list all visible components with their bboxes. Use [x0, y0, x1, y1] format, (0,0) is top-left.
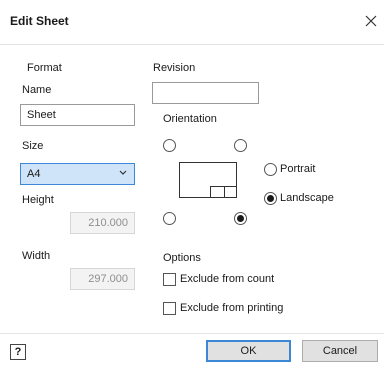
corner-top-left-radio[interactable]: [163, 139, 176, 152]
sheet-preview: [179, 162, 237, 198]
ok-button[interactable]: OK: [206, 340, 291, 362]
size-label: Size: [22, 140, 44, 152]
revision-label: Revision: [153, 62, 196, 74]
title-bar: Edit Sheet: [0, 0, 384, 44]
size-select[interactable]: A4: [20, 163, 135, 185]
corner-bottom-left-radio[interactable]: [163, 212, 176, 225]
options-label: Options: [163, 252, 201, 264]
height-field: [70, 212, 135, 234]
exclude-from-printing-label: Exclude from printing: [180, 302, 284, 314]
landscape-label: Landscape: [280, 192, 334, 204]
corner-top-right-radio[interactable]: [234, 139, 247, 152]
landscape-radio[interactable]: [264, 192, 277, 205]
title-block-preview: [210, 186, 236, 197]
format-section-label: Format: [27, 62, 62, 74]
name-label: Name: [22, 84, 52, 96]
exclude-from-count-label: Exclude from count: [180, 273, 275, 285]
portrait-radio[interactable]: [264, 163, 277, 176]
height-label: Height: [22, 194, 54, 206]
dialog-title: Edit Sheet: [10, 14, 69, 28]
exclude-from-count-checkbox[interactable]: [163, 273, 176, 286]
revision-input[interactable]: [152, 82, 259, 104]
edit-sheet-dialog: Edit Sheet Format Name Size A4 Height Wi…: [0, 0, 384, 375]
width-field: [70, 268, 135, 290]
cancel-button[interactable]: Cancel: [302, 340, 378, 362]
name-input[interactable]: [20, 104, 135, 126]
title-divider: [0, 44, 384, 45]
size-select-value: A4: [27, 168, 41, 180]
close-button[interactable]: [360, 10, 382, 32]
corner-bottom-right-radio[interactable]: [234, 212, 247, 225]
help-icon: ?: [14, 346, 22, 358]
orientation-label: Orientation: [163, 113, 217, 125]
portrait-label: Portrait: [280, 163, 316, 175]
exclude-from-printing-checkbox[interactable]: [163, 302, 176, 315]
footer-divider: [0, 333, 384, 334]
width-label: Width: [22, 250, 51, 262]
help-button[interactable]: ?: [10, 344, 26, 360]
close-icon: [365, 15, 377, 27]
chevron-down-icon: [118, 167, 128, 182]
